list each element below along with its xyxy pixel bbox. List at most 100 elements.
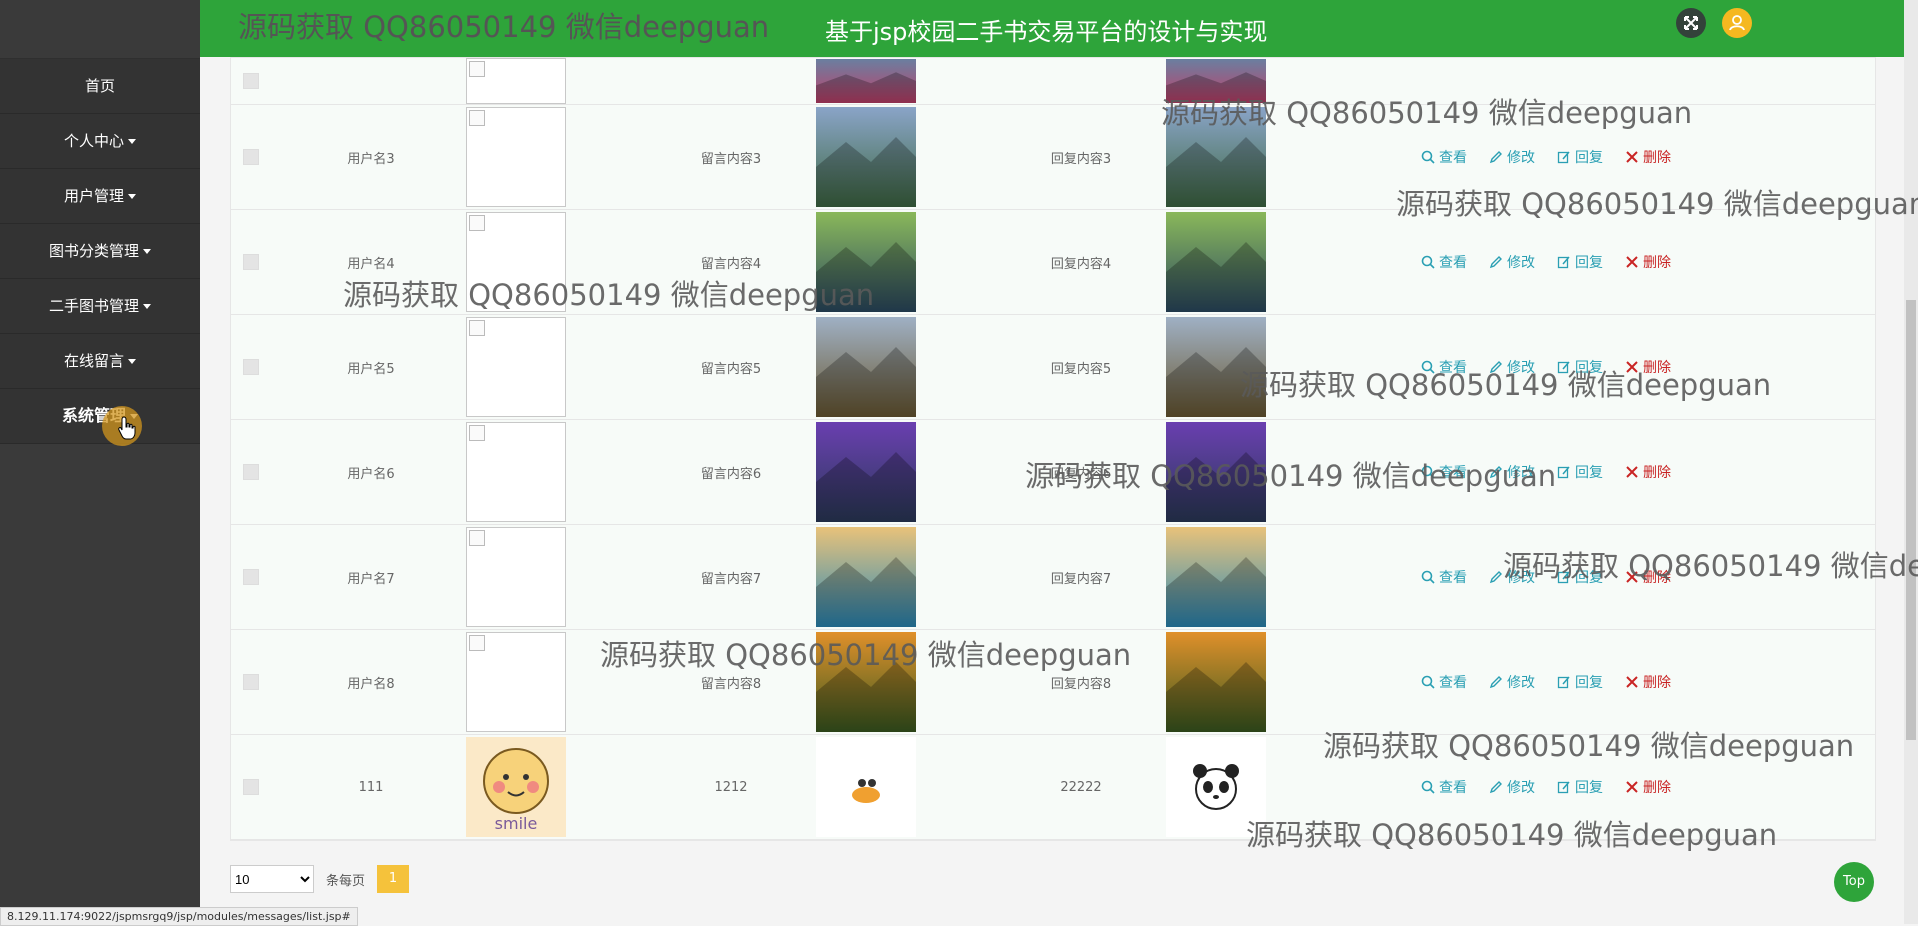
reply-label: 回复: [1575, 465, 1603, 481]
watermark: 源码获取 QQ86050149 微信deepguan: [238, 10, 770, 44]
image-thumbnail: [1166, 632, 1266, 732]
expand-icon: [1684, 16, 1698, 30]
view-button[interactable]: 查看: [1421, 777, 1467, 797]
back-to-top-button[interactable]: Top: [1834, 862, 1874, 902]
edit-button[interactable]: 修改: [1489, 777, 1535, 797]
edit-button[interactable]: 修改: [1489, 147, 1535, 167]
fullscreen-button[interactable]: [1676, 8, 1706, 38]
pencil-icon: [1489, 151, 1502, 164]
reply-button[interactable]: 回复: [1557, 462, 1603, 482]
reply-cell: 回复内容7: [1050, 571, 1112, 587]
delete-button[interactable]: 删除: [1625, 252, 1671, 272]
delete-label: 删除: [1643, 780, 1671, 796]
view-button[interactable]: 查看: [1421, 252, 1467, 272]
view-button[interactable]: 查看: [1421, 567, 1467, 587]
avatar-image: [466, 422, 566, 522]
view-button[interactable]: 查看: [1421, 147, 1467, 167]
reply-button[interactable]: 回复: [1557, 777, 1603, 797]
message-cell: 留言内容7: [700, 571, 762, 587]
row-checkbox[interactable]: [243, 73, 259, 89]
pencil-icon: [1489, 676, 1502, 689]
sidebar-item-messages[interactable]: 在线留言: [0, 334, 200, 389]
row-checkbox[interactable]: [243, 464, 259, 480]
avatar-image: [466, 58, 566, 104]
row-checkbox[interactable]: [243, 779, 259, 795]
image-thumbnail: [816, 422, 916, 522]
image-thumbnail: [816, 527, 916, 627]
caret-down-icon: [143, 249, 151, 254]
search-icon: [1421, 675, 1435, 689]
reply-label: 回复: [1575, 150, 1603, 166]
user-menu-button[interactable]: [1722, 8, 1752, 38]
avatar-image: smile: [466, 737, 566, 837]
sidebar-item-label: 二手图书管理: [48, 297, 139, 315]
search-icon: [1421, 150, 1435, 164]
reply-cell: 回复内容5: [1050, 361, 1112, 377]
scrollbar[interactable]: [1904, 0, 1918, 924]
edit-icon: [1557, 466, 1570, 479]
username-cell: 用户名5: [347, 361, 395, 377]
username-cell: 用户名8: [347, 676, 395, 692]
broken-image-icon: [469, 61, 485, 77]
page-size-select[interactable]: 10: [230, 865, 314, 893]
reply-button[interactable]: 回复: [1557, 147, 1603, 167]
sidebar-item-home[interactable]: 首页: [0, 59, 200, 114]
reply-button[interactable]: 回复: [1557, 672, 1603, 692]
caret-down-icon: [128, 139, 136, 144]
message-cell: [611, 58, 851, 104]
delete-button[interactable]: 删除: [1625, 462, 1671, 482]
close-icon: [1626, 676, 1638, 688]
reply-cell: 22222: [1060, 779, 1102, 795]
reply-label: 回复: [1575, 255, 1603, 271]
broken-image-icon: [469, 530, 485, 546]
view-button[interactable]: 查看: [1421, 672, 1467, 692]
top-bar: 源码获取 QQ86050149 微信deepguan 基于jsp校园二手书交易平…: [200, 0, 1904, 57]
row-checkbox[interactable]: [243, 149, 259, 165]
broken-image-icon: [469, 110, 485, 126]
sidebar-item-personal-center[interactable]: 个人中心: [0, 114, 200, 169]
view-label: 查看: [1439, 675, 1467, 691]
reply-button[interactable]: 回复: [1557, 252, 1603, 272]
image-thumbnail: [816, 737, 916, 837]
view-label: 查看: [1439, 780, 1467, 796]
edit-button[interactable]: 修改: [1489, 672, 1535, 692]
scrollbar-thumb[interactable]: [1906, 300, 1916, 740]
username-cell: [291, 58, 451, 104]
avatar-image: [466, 317, 566, 417]
row-checkbox[interactable]: [243, 254, 259, 270]
edit-icon: [1557, 256, 1570, 269]
image-thumbnail: [816, 107, 916, 207]
sidebar-item-system[interactable]: 系统管理: [0, 389, 200, 444]
message-cell: 1212: [714, 779, 748, 795]
search-icon: [1421, 255, 1435, 269]
row-checkbox[interactable]: [243, 674, 259, 690]
caret-down-icon: [128, 194, 136, 199]
watermark: 源码获取 QQ86050149 微信deepguan: [600, 638, 1132, 672]
row-checkbox[interactable]: [243, 359, 259, 375]
delete-label: 删除: [1643, 255, 1671, 271]
watermark: 源码获取 QQ86050149 微信deepguan: [1240, 368, 1772, 402]
sidebar-item-label: 用户管理: [63, 187, 124, 205]
page-button-current[interactable]: 1: [377, 865, 410, 893]
message-cell: 留言内容6: [700, 466, 762, 482]
username-cell: 用户名7: [347, 571, 395, 587]
avatar-image: [466, 107, 566, 207]
sidebar-item-secondhand-books[interactable]: 二手图书管理: [0, 279, 200, 334]
delete-button[interactable]: 删除: [1625, 672, 1671, 692]
user-icon: [1729, 15, 1745, 31]
watermark: 源码获取 QQ86050149 微信deepguan: [1503, 549, 1918, 583]
broken-image-icon: [469, 635, 485, 651]
broken-image-icon: [469, 215, 485, 231]
sidebar-item-user-management[interactable]: 用户管理: [0, 169, 200, 224]
edit-button[interactable]: 修改: [1489, 252, 1535, 272]
sidebar-item-book-category[interactable]: 图书分类管理: [0, 224, 200, 279]
watermark: 源码获取 QQ86050149 微信deepguan: [1396, 187, 1918, 221]
broken-image-icon: [469, 425, 485, 441]
reply-label: 回复: [1575, 780, 1603, 796]
row-checkbox[interactable]: [243, 569, 259, 585]
delete-button[interactable]: 删除: [1625, 147, 1671, 167]
delete-button[interactable]: 删除: [1625, 777, 1671, 797]
username-cell: 111: [358, 779, 384, 795]
search-icon: [1421, 780, 1435, 794]
view-label: 查看: [1439, 150, 1467, 166]
